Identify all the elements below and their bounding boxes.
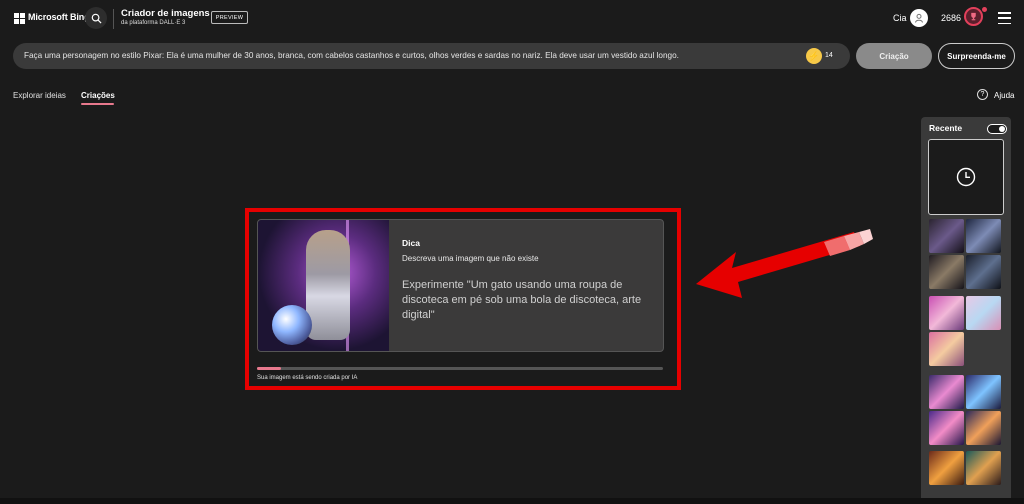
thumbnail[interactable]	[929, 375, 964, 409]
boost-count: 14	[825, 52, 833, 59]
notification-dot	[982, 7, 987, 12]
help-icon[interactable]: ?	[977, 89, 988, 100]
search-button[interactable]	[85, 7, 107, 29]
tab-explore-ideas[interactable]: Explorar ideias	[13, 91, 66, 100]
boost-icon: ⚡	[806, 48, 822, 64]
tip-title: Dica	[402, 238, 420, 248]
thumbnail[interactable]	[966, 411, 1001, 445]
bottom-strip	[0, 498, 1024, 504]
thumbnail[interactable]	[966, 255, 1001, 289]
thumbnail-group	[929, 451, 1001, 485]
pending-creation-tile[interactable]	[928, 139, 1004, 215]
thumbnail[interactable]	[966, 375, 1001, 409]
thumbnail-group	[929, 375, 1001, 445]
page-title[interactable]: Criador de imagens	[121, 8, 210, 19]
user-name[interactable]: Cia	[893, 13, 907, 23]
active-tab-indicator	[81, 103, 114, 105]
thumbnail[interactable]	[929, 296, 964, 330]
rewards-points[interactable]: 2686	[941, 13, 961, 23]
brand-name[interactable]: Microsoft Bing	[28, 12, 90, 22]
user-icon	[915, 13, 923, 23]
prompt-text[interactable]: Faça uma personagem no estilo Pixar: Ela…	[24, 51, 784, 60]
search-icon	[91, 13, 102, 24]
tip-card: Dica Descreva uma imagem que não existe …	[257, 219, 664, 352]
create-button[interactable]: Criação	[856, 43, 932, 69]
tab-creations[interactable]: Criações	[81, 91, 115, 100]
progress-bar	[257, 367, 663, 370]
thumbnail[interactable]	[929, 451, 964, 485]
rewards-button[interactable]	[964, 7, 983, 26]
help-link[interactable]: Ajuda	[994, 91, 1014, 100]
trophy-icon	[971, 12, 976, 21]
red-arrow-annotation	[696, 229, 873, 298]
progress-label: Sua imagem está sendo criada por IA	[257, 375, 358, 381]
thumbnail[interactable]	[929, 219, 964, 253]
microsoft-logo-icon[interactable]	[14, 13, 25, 24]
thumbnail[interactable]	[929, 411, 964, 445]
prompt-input[interactable]: Faça uma personagem no estilo Pixar: Ela…	[13, 43, 850, 69]
recent-title: Recente	[929, 123, 963, 133]
disco-ball	[272, 305, 312, 345]
thumbnail-group	[929, 296, 1001, 366]
thumbnail[interactable]	[966, 451, 1001, 485]
disco-cat-figure	[306, 230, 350, 340]
header-divider	[113, 9, 114, 29]
tip-description: Descreva uma imagem que não existe	[402, 254, 539, 263]
thumbnail-group	[929, 219, 1001, 289]
avatar[interactable]	[910, 9, 928, 27]
thumbnail[interactable]	[929, 255, 964, 289]
thumbnail[interactable]	[966, 219, 1001, 253]
top-bar: Microsoft Bing Criador de imagens da pla…	[0, 0, 1024, 38]
progress-fill	[257, 367, 282, 370]
surprise-me-button[interactable]: Surpreenda-me	[938, 43, 1015, 69]
recent-sidebar: Recente	[921, 117, 1011, 504]
clock-icon	[956, 167, 976, 187]
tip-example: Experimente "Um gato usando uma roupa de…	[402, 279, 642, 321]
preview-badge: PREVIEW	[211, 11, 248, 24]
recent-toggle[interactable]	[987, 124, 1007, 134]
example-image	[258, 220, 389, 351]
menu-icon[interactable]	[998, 12, 1011, 24]
page-subtitle: da plataforma DALL·E 3	[121, 20, 186, 26]
thumbnail[interactable]	[929, 332, 964, 366]
thumbnail[interactable]	[966, 296, 1001, 330]
